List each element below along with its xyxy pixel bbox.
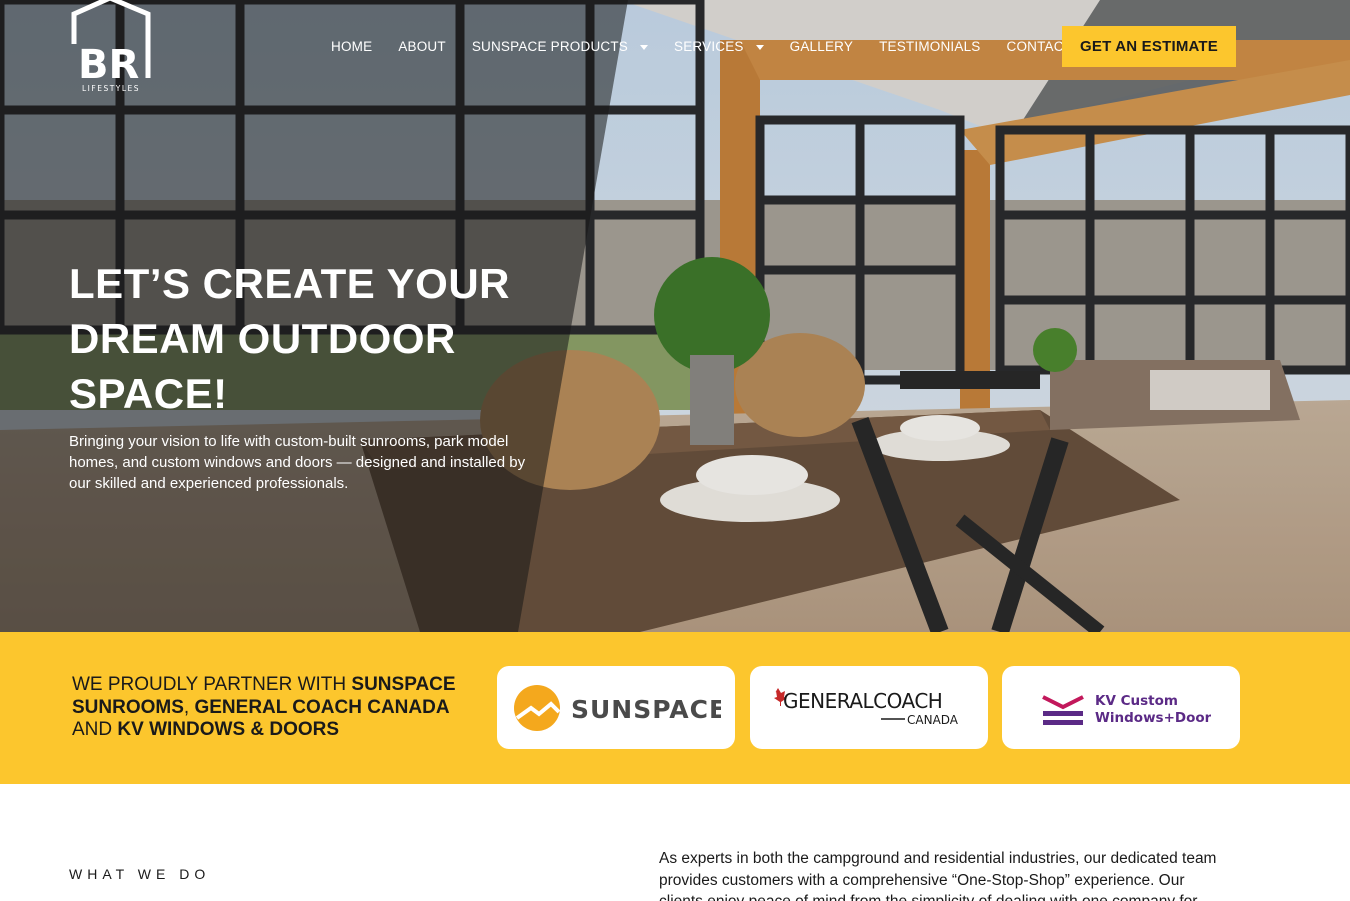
partners-statement: WE PROUDLY PARTNER WITH SUNSPACE SUNROOM… <box>72 674 472 742</box>
what-we-do-text: As experts in both the campground and re… <box>659 850 1217 901</box>
partner-name-general-coach: GENERAL COACH CANADA <box>194 696 450 718</box>
partner-card-sunspace[interactable]: SUNSPACE <box>497 666 735 749</box>
sunspace-logo: SUNSPACE <box>514 684 721 731</box>
kv-logo-line1: KV Custom <box>1095 693 1178 709</box>
nav-item-sunspace-products[interactable]: SUNSPACE PRODUCTS <box>472 36 648 56</box>
nav-label: SERVICES <box>674 38 744 54</box>
what-we-do-label: WHAT WE DO <box>69 866 211 882</box>
hero-subtitle: Bringing your vision to life with custom… <box>69 433 526 492</box>
general-coach-logo-text: GENERALCOACH <box>783 689 942 713</box>
general-coach-logo: GENERALCOACH CANADA <box>774 687 959 727</box>
partners-band: WE PROUDLY PARTNER WITH SUNSPACE SUNROOM… <box>0 632 1350 784</box>
partner-name-kv: KV WINDOWS & DOORS <box>117 719 340 740</box>
caret-down-icon <box>640 44 648 50</box>
nav-item-services[interactable]: SERVICES <box>674 36 764 56</box>
house-logo-icon: BR LIFESTYLES <box>71 0 151 93</box>
nav-item-testimonials[interactable]: TESTIMONIALS <box>879 36 980 56</box>
general-coach-logo-subtext: CANADA <box>907 713 959 727</box>
nav-item-gallery[interactable]: GALLERY <box>790 36 853 56</box>
hero-title: LET’S CREATE YOUR DREAM OUTDOOR SPACE! <box>69 260 510 417</box>
sunspace-logo-text: SUNSPACE <box>571 695 721 724</box>
nav-label: GALLERY <box>789 38 854 54</box>
nav-label: ABOUT <box>398 38 446 54</box>
logo-subtitle: LIFESTYLES <box>82 84 140 93</box>
get-estimate-button[interactable]: GET AN ESTIMATE <box>1062 26 1236 67</box>
partner-card-kv-windows[interactable]: KV Custom Windows+Doors <box>1002 666 1240 749</box>
caret-down-icon <box>755 44 764 50</box>
br-lifestyles-logo[interactable]: BR LIFESTYLES <box>70 0 152 96</box>
nav-item-home[interactable]: HOME <box>331 36 372 56</box>
kv-logo-line2: Windows+Doors <box>1095 710 1211 726</box>
nav-label: TESTIMONIALS <box>879 38 981 54</box>
main-navigation: HOME ABOUT SUNSPACE PRODUCTS SERVICES GA… <box>331 36 1121 56</box>
nav-item-about[interactable]: ABOUT <box>398 36 446 56</box>
partners-conjunction: AND <box>72 719 118 740</box>
partners-separator: , <box>183 696 195 718</box>
partners-intro-text: WE PROUDLY PARTNER WITH <box>72 674 352 695</box>
kv-windows-logo: KV Custom Windows+Doors <box>1042 693 1211 726</box>
logo-letters: BR <box>78 42 139 88</box>
partner-card-general-coach[interactable]: GENERALCOACH CANADA <box>750 666 988 749</box>
nav-label: HOME <box>331 38 373 54</box>
nav-label: SUNSPACE PRODUCTS <box>471 38 628 54</box>
